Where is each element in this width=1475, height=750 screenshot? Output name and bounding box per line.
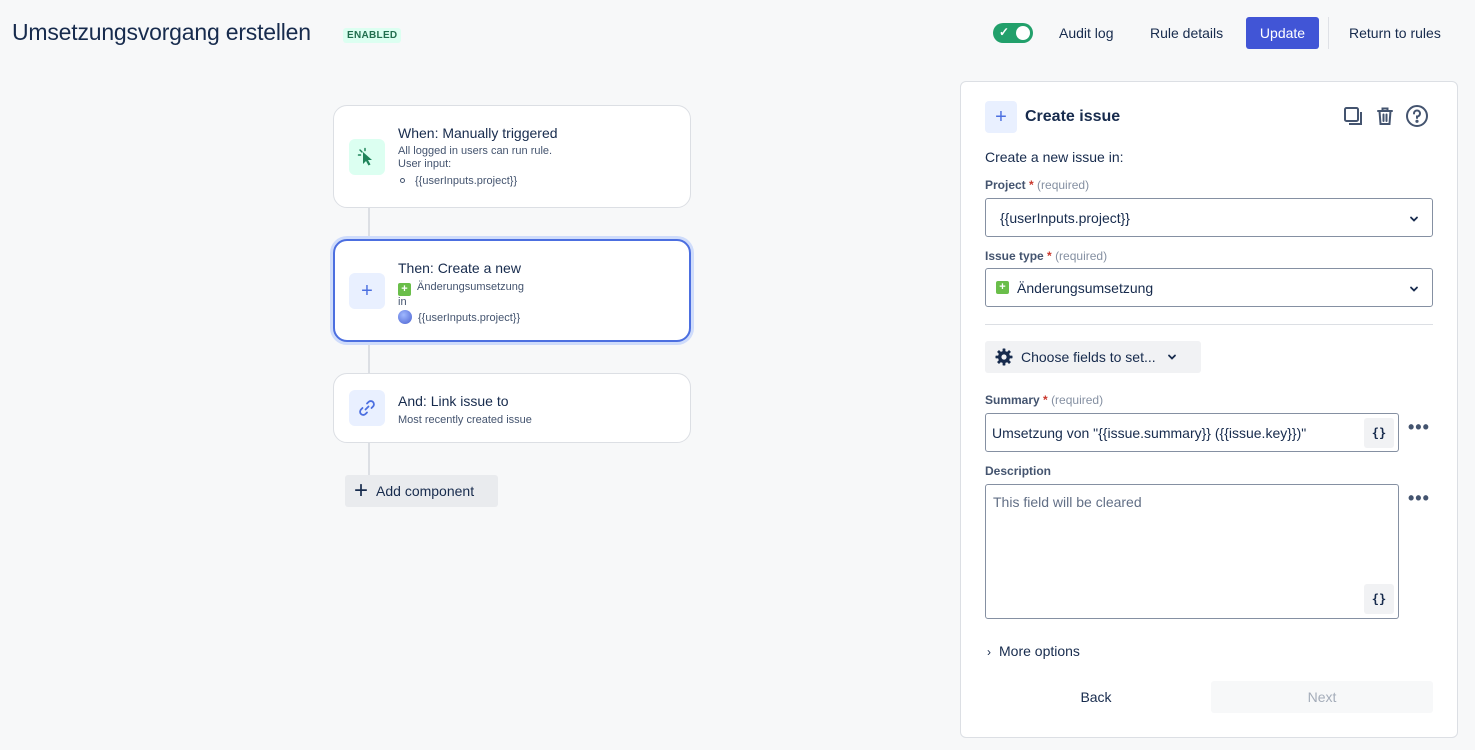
add-component-label: Add component [376,483,475,499]
help-icon[interactable] [1404,103,1430,129]
page-title: Umsetzungsvorgang erstellen [12,19,311,45]
rule-enabled-toggle[interactable]: ✓ [993,23,1033,43]
required-asterisk: * [1029,178,1034,192]
connector-line [368,442,370,476]
create-issue-card[interactable]: + Then: Create a new + Änderungsumsetzung… [333,239,691,342]
trigger-title: When: Manually triggered [398,125,558,141]
required-hint: (required) [1055,249,1108,263]
plus-icon: + [354,477,369,504]
summary-input-value: Umsetzung von "{{issue.summary}} ({{issu… [992,425,1307,441]
issue-type-select[interactable]: + Änderungsumsetzung [985,268,1433,307]
more-options-toggle[interactable]: › More options [987,643,1080,659]
action-in-label: in [398,296,407,308]
change-issue-type-icon: + [996,281,1009,294]
trash-icon[interactable] [1372,103,1398,129]
connector-line [368,342,370,374]
issue-type-label: Issue type [985,249,1044,263]
rule-details-button[interactable]: Rule details [1138,17,1235,49]
issue-type-field-label: Issue type * (required) [985,249,1107,263]
link-title: And: Link issue to [398,393,509,409]
trigger-permission: All logged in users can run rule. [398,145,553,157]
choose-fields-label: Choose fields to set... [1021,349,1156,365]
project-select[interactable]: {{userInputs.project}} [985,198,1433,237]
copy-icon[interactable] [1340,103,1366,129]
next-button[interactable]: Next [1211,681,1433,713]
action-title: Then: Create a new [398,260,521,276]
trigger-input-value: {{userInputs.project}} [415,175,518,187]
more-actions-icon[interactable]: ••• [1408,488,1430,509]
more-actions-icon[interactable]: ••• [1408,417,1430,438]
choose-fields-button[interactable]: Choose fields to set... [985,341,1201,373]
more-options-label: More options [999,643,1080,659]
cursor-click-icon [349,139,385,175]
summary-label: Summary [985,393,1040,407]
check-icon: ✓ [999,25,1010,39]
toggle-knob [1016,26,1030,40]
plus-icon: + [349,273,385,309]
status-badge: ENABLED [343,28,402,43]
link-sub: Most recently created issue [398,414,532,426]
project-select-value: {{userInputs.project}} [1000,209,1130,226]
required-asterisk: * [1047,249,1052,263]
description-label: Description [985,464,1052,478]
back-button[interactable]: Back [985,681,1207,713]
return-to-rules-button[interactable]: Return to rules [1337,17,1453,49]
issue-type-select-value: Änderungsumsetzung [1017,279,1154,296]
link-icon [349,390,385,426]
component-config-panel: + Create issue Create a new issue in: Pr… [960,81,1458,738]
add-component-button[interactable]: + Add component [345,475,498,507]
trigger-input-item: {{userInputs.project}} [400,175,517,188]
update-button[interactable]: Update [1246,17,1319,49]
chevron-down-icon [1166,351,1178,363]
description-placeholder: This field will be cleared [993,494,1142,510]
header-divider [1328,17,1329,49]
bullet-icon [400,178,405,183]
smart-value-button[interactable]: {} [1364,584,1394,614]
chevron-down-icon [1408,282,1420,298]
summary-field-label: Summary * (required) [985,393,1103,407]
project-field-label: Project * (required) [985,178,1089,192]
required-hint: (required) [1037,178,1090,192]
change-issue-type-icon: + [398,283,411,296]
summary-input[interactable]: Umsetzung von "{{issue.summary}} ({{issu… [985,413,1399,452]
description-field-label: Description [985,464,1051,478]
action-issue-type: + Änderungsumsetzung [398,281,524,296]
connector-line [368,207,370,240]
section-divider [985,324,1433,325]
link-issue-card[interactable]: And: Link issue to Most recently created… [333,373,691,443]
project-label: Project [985,178,1026,192]
gear-icon [995,348,1013,366]
smart-value-button[interactable]: {} [1364,418,1394,448]
plus-icon: + [985,101,1017,133]
panel-lead-text: Create a new issue in: [985,149,1124,165]
action-project: {{userInputs.project}} [398,310,520,325]
panel-title: Create issue [1025,108,1121,125]
description-textarea[interactable]: This field will be cleared {} [985,484,1399,619]
required-asterisk: * [1043,393,1048,407]
chevron-right-icon: › [987,645,991,659]
action-project-label: {{userInputs.project}} [418,312,521,324]
project-avatar-icon [398,310,412,324]
required-hint: (required) [1051,393,1104,407]
trigger-card[interactable]: When: Manually triggered All logged in u… [333,105,691,208]
chevron-down-icon [1408,212,1420,228]
action-issue-type-label: Änderungsumsetzung [417,281,525,293]
audit-log-button[interactable]: Audit log [1047,17,1125,49]
trigger-user-input-label: User input: [398,158,452,170]
